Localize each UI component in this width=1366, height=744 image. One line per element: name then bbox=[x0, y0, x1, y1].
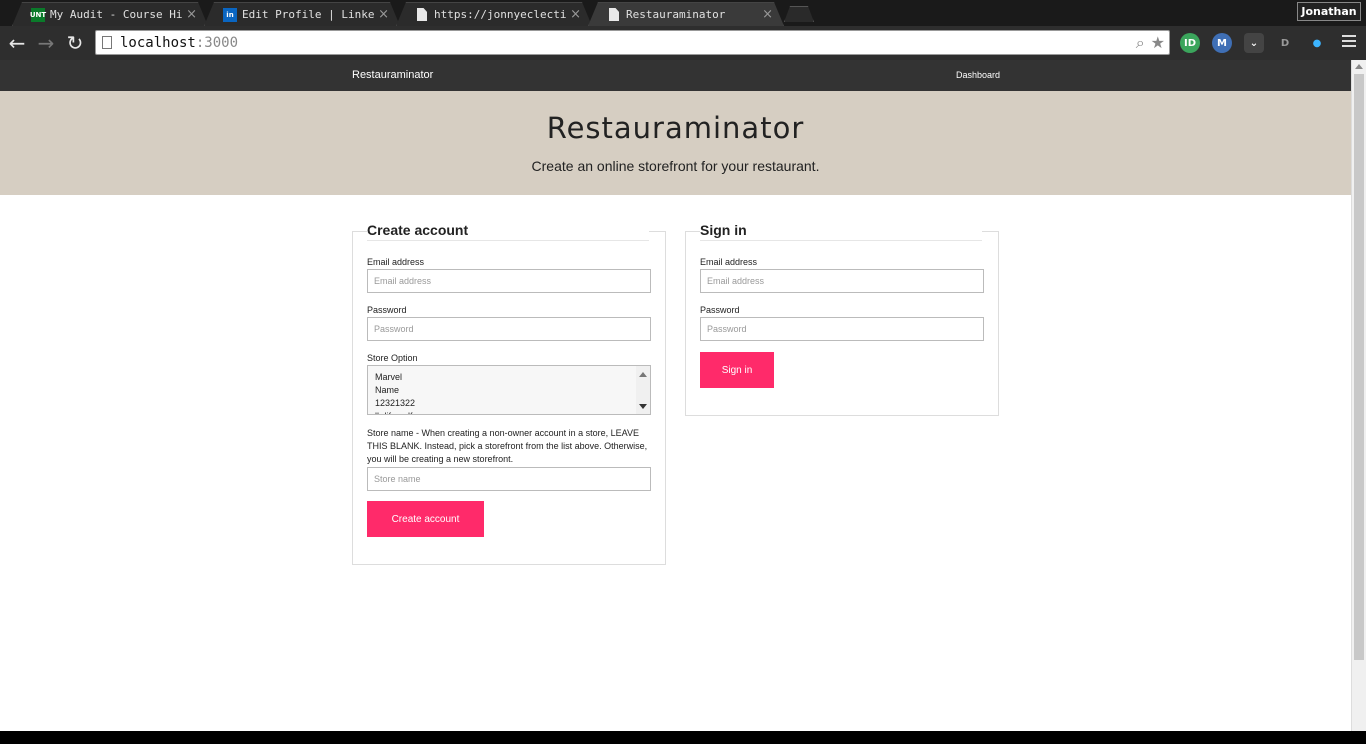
close-icon[interactable]: × bbox=[186, 7, 197, 22]
browser-tab-linkedin[interactable]: in Edit Profile | LinkedIn × bbox=[204, 2, 400, 26]
listbox-scrollbar[interactable] bbox=[636, 366, 650, 414]
page-icon bbox=[102, 36, 112, 49]
url-port: :3000 bbox=[195, 34, 239, 51]
create-email-label: Email address bbox=[367, 257, 425, 267]
store-option-listbox[interactable]: Marvel Name 12321322 lkdifsasdf bbox=[367, 365, 651, 415]
page-scrollbar[interactable] bbox=[1351, 60, 1366, 731]
browser-tab-restauraminator[interactable]: Restauraminator × bbox=[588, 2, 784, 26]
address-bar[interactable]: localhost :3000 ⌕ ★ bbox=[95, 30, 1170, 55]
page-subtitle: Create an online storefront for your res… bbox=[531, 158, 820, 174]
store-option-item[interactable]: lkdifsasdf bbox=[368, 410, 650, 414]
create-password-input[interactable]: Password bbox=[367, 317, 651, 341]
sign-in-heading: Sign in bbox=[700, 222, 982, 241]
new-tab-button[interactable] bbox=[784, 6, 814, 22]
hero-banner: Restauraminator Create an online storefr… bbox=[0, 91, 1351, 195]
browser-tab-jonnyeclectic[interactable]: https://jonnyeclectic.g × bbox=[396, 2, 592, 26]
navbar-brand-link[interactable]: Restauraminator bbox=[352, 69, 433, 81]
scroll-down-arrow-icon[interactable] bbox=[639, 404, 647, 409]
store-option-item[interactable]: 12321322 bbox=[368, 397, 650, 410]
zoom-search-icon[interactable]: ⌕ bbox=[1136, 33, 1145, 53]
sign-in-panel: Sign in Email address Email address Pass… bbox=[685, 222, 999, 416]
window-bottom-edge bbox=[0, 731, 1366, 744]
reload-icon[interactable]: ↻ bbox=[63, 31, 87, 55]
create-account-heading: Create account bbox=[367, 222, 649, 241]
linkedin-favicon-icon: in bbox=[223, 8, 237, 22]
document-favicon-icon bbox=[415, 8, 429, 22]
menu-icon[interactable] bbox=[1342, 35, 1356, 49]
scrollbar-thumb[interactable] bbox=[1354, 74, 1364, 660]
extension-dl-icon[interactable]: D bbox=[1275, 33, 1295, 53]
create-password-label: Password bbox=[367, 305, 407, 315]
tab-title: My Audit - Course Histo bbox=[50, 8, 183, 21]
unt-favicon-icon: UNT bbox=[31, 8, 45, 22]
page-viewport: Restauraminator Dashboard Restauraminato… bbox=[0, 60, 1351, 731]
scroll-up-arrow-icon[interactable] bbox=[639, 372, 647, 377]
signin-password-label: Password bbox=[700, 305, 740, 315]
url-host: localhost bbox=[120, 34, 196, 51]
tab-title: Restauraminator bbox=[626, 8, 726, 21]
forward-arrow-icon[interactable]: → bbox=[34, 31, 58, 55]
close-icon[interactable]: × bbox=[378, 7, 389, 22]
store-name-input[interactable]: Store name bbox=[367, 467, 651, 491]
sign-in-button[interactable]: Sign in bbox=[700, 352, 774, 388]
extension-id-icon[interactable]: ID bbox=[1180, 33, 1200, 53]
store-option-item[interactable]: Name bbox=[368, 384, 650, 397]
create-account-button[interactable]: Create account bbox=[367, 501, 484, 537]
close-icon[interactable]: × bbox=[762, 7, 773, 22]
profile-button[interactable]: Jonathan bbox=[1297, 2, 1361, 21]
scroll-up-arrow-icon[interactable] bbox=[1355, 64, 1363, 69]
store-name-help-text: Store name - When creating a non-owner a… bbox=[367, 428, 648, 464]
page-title: Restauraminator bbox=[546, 111, 805, 145]
site-navbar: Restauraminator Dashboard bbox=[0, 60, 1351, 91]
tab-title: Edit Profile | LinkedIn bbox=[242, 8, 375, 21]
browser-tabstrip: UNT My Audit - Course Histo × in Edit Pr… bbox=[0, 0, 1366, 26]
bookmark-star-icon[interactable]: ★ bbox=[1151, 33, 1165, 53]
navbar-dashboard-link[interactable]: Dashboard bbox=[956, 70, 1000, 80]
store-option-label: Store Option bbox=[367, 353, 418, 363]
close-icon[interactable]: × bbox=[570, 7, 581, 22]
document-favicon-icon bbox=[607, 8, 621, 22]
pocket-icon[interactable]: ⌄ bbox=[1244, 33, 1264, 53]
browser-tab-my-audit[interactable]: UNT My Audit - Course Histo × bbox=[12, 2, 208, 26]
signin-email-label: Email address bbox=[700, 257, 758, 267]
signin-email-input[interactable]: Email address bbox=[700, 269, 984, 293]
extension-m-icon[interactable]: M bbox=[1212, 33, 1232, 53]
create-email-input[interactable]: Email address bbox=[367, 269, 651, 293]
extension-dot-icon[interactable]: ● bbox=[1307, 33, 1327, 53]
tab-title: https://jonnyeclectic.g bbox=[434, 8, 567, 21]
signin-password-input[interactable]: Password bbox=[700, 317, 984, 341]
browser-toolbar: ← → ↻ localhost :3000 ⌕ ★ ID M ⌄ D ● bbox=[0, 26, 1366, 60]
store-option-item[interactable]: Marvel bbox=[368, 371, 650, 384]
back-arrow-icon[interactable]: ← bbox=[5, 31, 29, 55]
create-account-panel: Create account Email address Email addre… bbox=[352, 222, 666, 565]
